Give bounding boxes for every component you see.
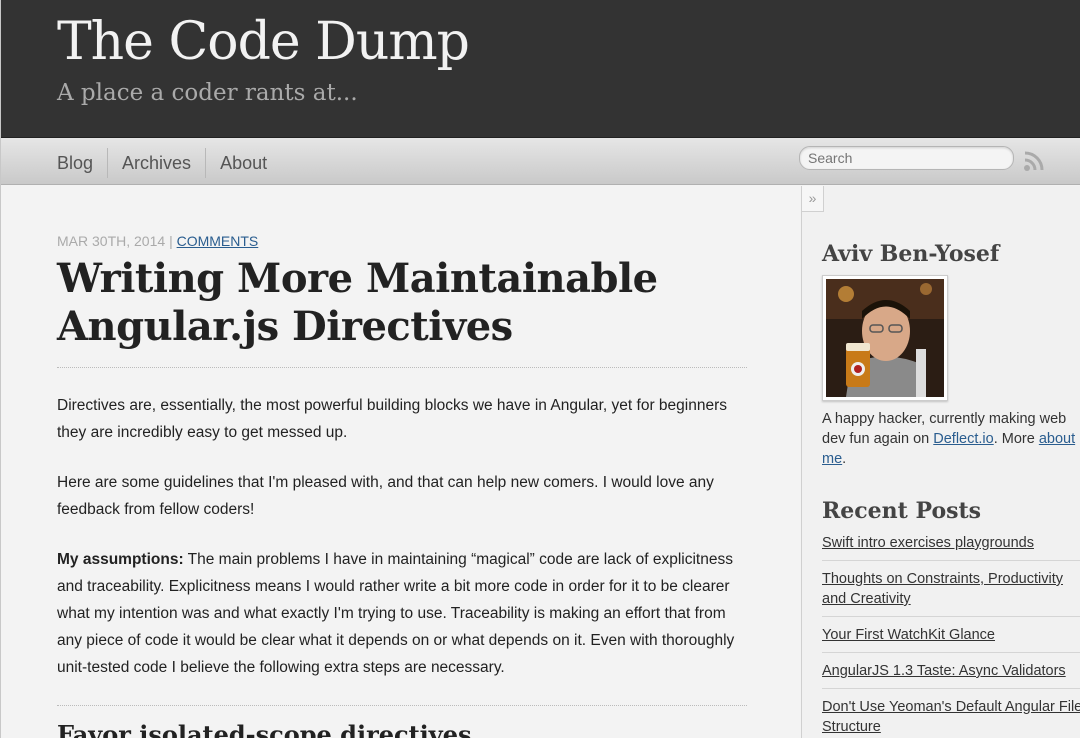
comments-link[interactable]: Comments	[177, 233, 259, 249]
author-bio: A happy hacker, currently making web dev…	[822, 409, 1080, 469]
recent-post-link[interactable]: Don't Use Yeoman's Default Angular File …	[822, 699, 1080, 735]
recent-posts-section: Recent Posts Swift intro exercises playg…	[822, 498, 1080, 738]
recent-post-link[interactable]: Your First WatchKit Glance	[822, 627, 995, 643]
recent-posts-heading: Recent Posts	[822, 498, 982, 524]
main-content: Mar 30th, 2014 | Comments Writing More M…	[1, 186, 801, 738]
recent-post-link[interactable]: Thoughts on Constraints, Productivity an…	[822, 571, 1063, 607]
author-photo-icon	[826, 279, 944, 397]
about-section: Aviv Ben-Yosef A happy hacker, currently…	[822, 241, 1080, 469]
nav-item-blog[interactable]: Blog	[43, 148, 107, 178]
nav-item-archives[interactable]: Archives	[107, 148, 205, 178]
meta-separator: |	[169, 233, 173, 249]
page: The Code Dump A place a coder rants at..…	[0, 0, 1080, 738]
recent-posts-list: Swift intro exercises playgrounds Though…	[822, 530, 1080, 738]
nav-list: Blog Archives About	[43, 148, 281, 178]
assumptions-label: My assumptions:	[57, 551, 184, 568]
rss-icon[interactable]	[1023, 150, 1047, 172]
list-item: Thoughts on Constraints, Productivity an…	[822, 561, 1080, 617]
recent-post-link[interactable]: AngularJS 1.3 Taste: Async Validators	[822, 663, 1066, 679]
post-meta: Mar 30th, 2014 | Comments	[57, 233, 747, 249]
blog-post: Mar 30th, 2014 | Comments Writing More M…	[57, 233, 747, 738]
nav-item-about[interactable]: About	[205, 148, 281, 178]
avatar	[822, 275, 948, 401]
list-item: Swift intro exercises playgrounds	[822, 530, 1080, 561]
site-subtitle: A place a coder rants at...	[57, 80, 358, 106]
recent-post-link[interactable]: Swift intro exercises playgrounds	[822, 535, 1034, 551]
post-paragraph: Directives are, essentially, the most po…	[57, 397, 728, 441]
list-item: Don't Use Yeoman's Default Angular File …	[822, 689, 1080, 738]
assumptions-text: The main problems I have in maintaining …	[57, 551, 735, 676]
search-input[interactable]	[799, 146, 1014, 170]
section-divider	[57, 705, 747, 706]
list-item: Your First WatchKit Glance	[822, 617, 1080, 653]
post-date: Mar 30th, 2014	[57, 233, 166, 249]
list-item: AngularJS 1.3 Taste: Async Validators	[822, 653, 1080, 689]
sidebar: » Aviv Ben-Yosef A happy hacker, current…	[801, 186, 1080, 738]
post-paragraph: Here are some guidelines that I'm please…	[57, 474, 714, 518]
assumptions-paragraph: My assumptions: The main problems I have…	[57, 546, 747, 681]
deflect-link[interactable]: Deflect.io	[933, 431, 993, 447]
site-header: The Code Dump A place a coder rants at..…	[1, 0, 1080, 138]
bio-text: . More	[993, 431, 1039, 447]
nav-bar: Blog Archives About	[1, 138, 1080, 185]
sidebar-collapse-toggle[interactable]: »	[802, 186, 824, 212]
title-divider	[57, 367, 747, 368]
bio-text: .	[842, 451, 847, 467]
post-title[interactable]: Writing More Maintainable Angular.js Dir…	[57, 255, 747, 351]
section-heading: Favor isolated-scope directives	[57, 720, 472, 738]
author-name: Aviv Ben-Yosef	[822, 241, 1000, 267]
site-title[interactable]: The Code Dump	[57, 12, 1080, 72]
